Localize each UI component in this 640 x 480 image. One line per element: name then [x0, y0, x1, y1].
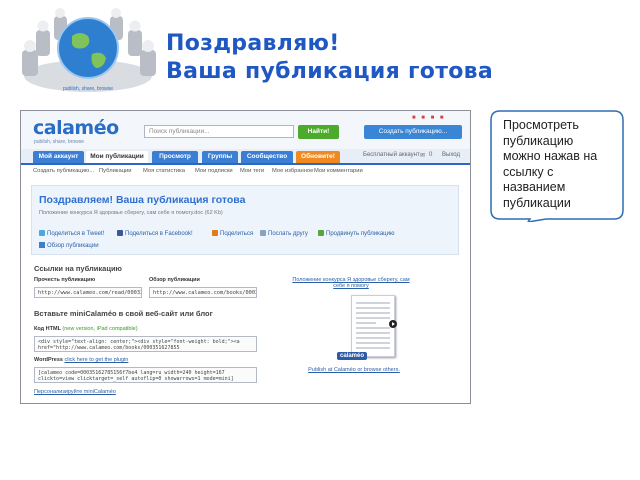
subnav-favorites[interactable]: Мое избранное: [272, 168, 313, 174]
share-twitter-link[interactable]: Поделиться в Tweet!: [39, 230, 104, 237]
publication-thumbnail[interactable]: [351, 295, 395, 357]
html-code-field[interactable]: <div style="text-align: center;"><div st…: [34, 336, 257, 352]
globe-meeting-logo: publish, share, browse: [22, 8, 156, 92]
tab-upgrade[interactable]: Обновите!: [296, 151, 340, 163]
promote-link[interactable]: Продвинуть публикацию: [318, 230, 394, 237]
create-publication-button[interactable]: Создать публикацию...: [364, 125, 462, 139]
preview-footer-link[interactable]: Publish at Calaméo or browse others.: [299, 367, 409, 373]
wordpress-title: WordPress: [34, 357, 63, 363]
share-twitter-label: Поделиться в Tweet!: [47, 231, 105, 237]
find-button[interactable]: Найти!: [298, 125, 339, 139]
calameo-screenshot: calaméo publish, share, browse Поиск пуб…: [20, 110, 471, 404]
tab-community[interactable]: Сообщество: [241, 151, 293, 163]
globe-caption: publish, share, browse: [63, 86, 113, 92]
overview-link[interactable]: Обзор публикации: [39, 242, 99, 249]
share-facebook-link[interactable]: Поделиться в Facebook!: [117, 230, 193, 237]
search-input[interactable]: Поиск публикации...: [144, 125, 294, 138]
slide-title: Поздравляю! Ваша публикация готова: [166, 30, 493, 86]
overview-url-field[interactable]: http://www.calameo.com/books/0003: [149, 287, 257, 298]
facebook-icon: [117, 230, 123, 236]
slide-title-line1: Поздравляю!: [166, 31, 340, 56]
calameo-header: calaméo publish, share, browse Поиск пуб…: [21, 111, 470, 149]
file-name: Положение конкурса Я здоровье сберегу, с…: [39, 210, 223, 216]
congrats-panel: Поздравляем! Ваша публикация готова Поло…: [31, 185, 459, 255]
links-heading: Ссылки на публикацию: [34, 264, 122, 273]
flag-icons[interactable]: ■ ■ ■ ■: [412, 115, 446, 121]
wordpress-code-field[interactable]: [calameo code=00035162785156f7be4 lang=r…: [34, 367, 257, 383]
tab-groups[interactable]: Группы: [202, 151, 238, 163]
preview-logo: calaméo: [337, 352, 368, 360]
congrats-title: Поздравляем! Ваша публикация готова: [39, 194, 246, 206]
tab-my-account[interactable]: Мой аккаунт: [33, 151, 84, 163]
share-facebook-label: Поделиться в Facebook!: [125, 231, 193, 237]
subnav-statistics[interactable]: Моя статистика: [143, 168, 185, 174]
html-code-label: Код HTML (new version, iPad compatible): [34, 326, 138, 332]
account-type[interactable]: Бесплатный аккаунт: [363, 152, 420, 158]
slide-title-line2: Ваша публикация готова: [166, 59, 494, 84]
callout-text: Просмотреть публикацию можно нажав на сс…: [503, 118, 598, 210]
overview-url-label: Обзор публикации: [149, 277, 200, 283]
logout-link[interactable]: Выход: [442, 152, 460, 158]
calameo-logo[interactable]: calaméo: [33, 117, 119, 139]
send-friend-link[interactable]: Послать другу: [260, 230, 308, 237]
subnav-create[interactable]: Создать публикацию...: [33, 168, 94, 174]
mail-icon[interactable]: ✉: [420, 152, 425, 159]
wordpress-plugin-link[interactable]: click here to get the plugin: [64, 357, 128, 363]
personalize-link[interactable]: Персонализируйте miniCalaméo: [34, 389, 116, 395]
sub-nav: Создать публикацию... Публикации Моя ста…: [21, 165, 470, 179]
subnav-publications[interactable]: Публикации: [99, 168, 132, 174]
subnav-subscriptions[interactable]: Мои подписки: [195, 168, 233, 174]
play-icon[interactable]: [389, 320, 397, 328]
main-nav: Мой аккаунт Мои публикации Просмотр Груп…: [21, 149, 470, 165]
html-code-note: (new version, iPad compatible): [62, 326, 138, 332]
promote-icon: [318, 230, 324, 236]
share-label: Поделиться: [220, 231, 254, 237]
tab-browse[interactable]: Просмотр: [152, 151, 198, 163]
subnav-comments[interactable]: Мои комментарии: [314, 168, 363, 174]
calameo-tagline: publish, share, browse: [34, 139, 85, 145]
embed-heading: Вставьте miniCalaméo в свой веб-сайт или…: [34, 309, 213, 318]
overview-icon: [39, 242, 45, 248]
preview-title-link[interactable]: Положение конкурса Я здоровье сберегу, с…: [286, 277, 416, 289]
html-code-title: Код HTML: [34, 326, 61, 332]
account-count: 0: [429, 152, 433, 158]
read-label: Прочесть публикацию: [34, 277, 96, 283]
twitter-icon: [39, 230, 45, 236]
wordpress-label: WordPress click here to get the plugin: [34, 357, 128, 363]
send-friend-label: Послать другу: [268, 231, 308, 237]
subnav-tags[interactable]: Мои теги: [240, 168, 264, 174]
read-url-field[interactable]: http://www.calameo.com/read/00033: [34, 287, 142, 298]
envelope-icon: [260, 230, 266, 236]
share-link[interactable]: Поделиться: [212, 230, 253, 237]
promote-label: Продвинуть публикацию: [326, 231, 395, 237]
overview-label: Обзор публикации: [47, 243, 99, 249]
share-icon: [212, 230, 218, 236]
tab-my-publications[interactable]: Мои публикации: [86, 151, 148, 163]
